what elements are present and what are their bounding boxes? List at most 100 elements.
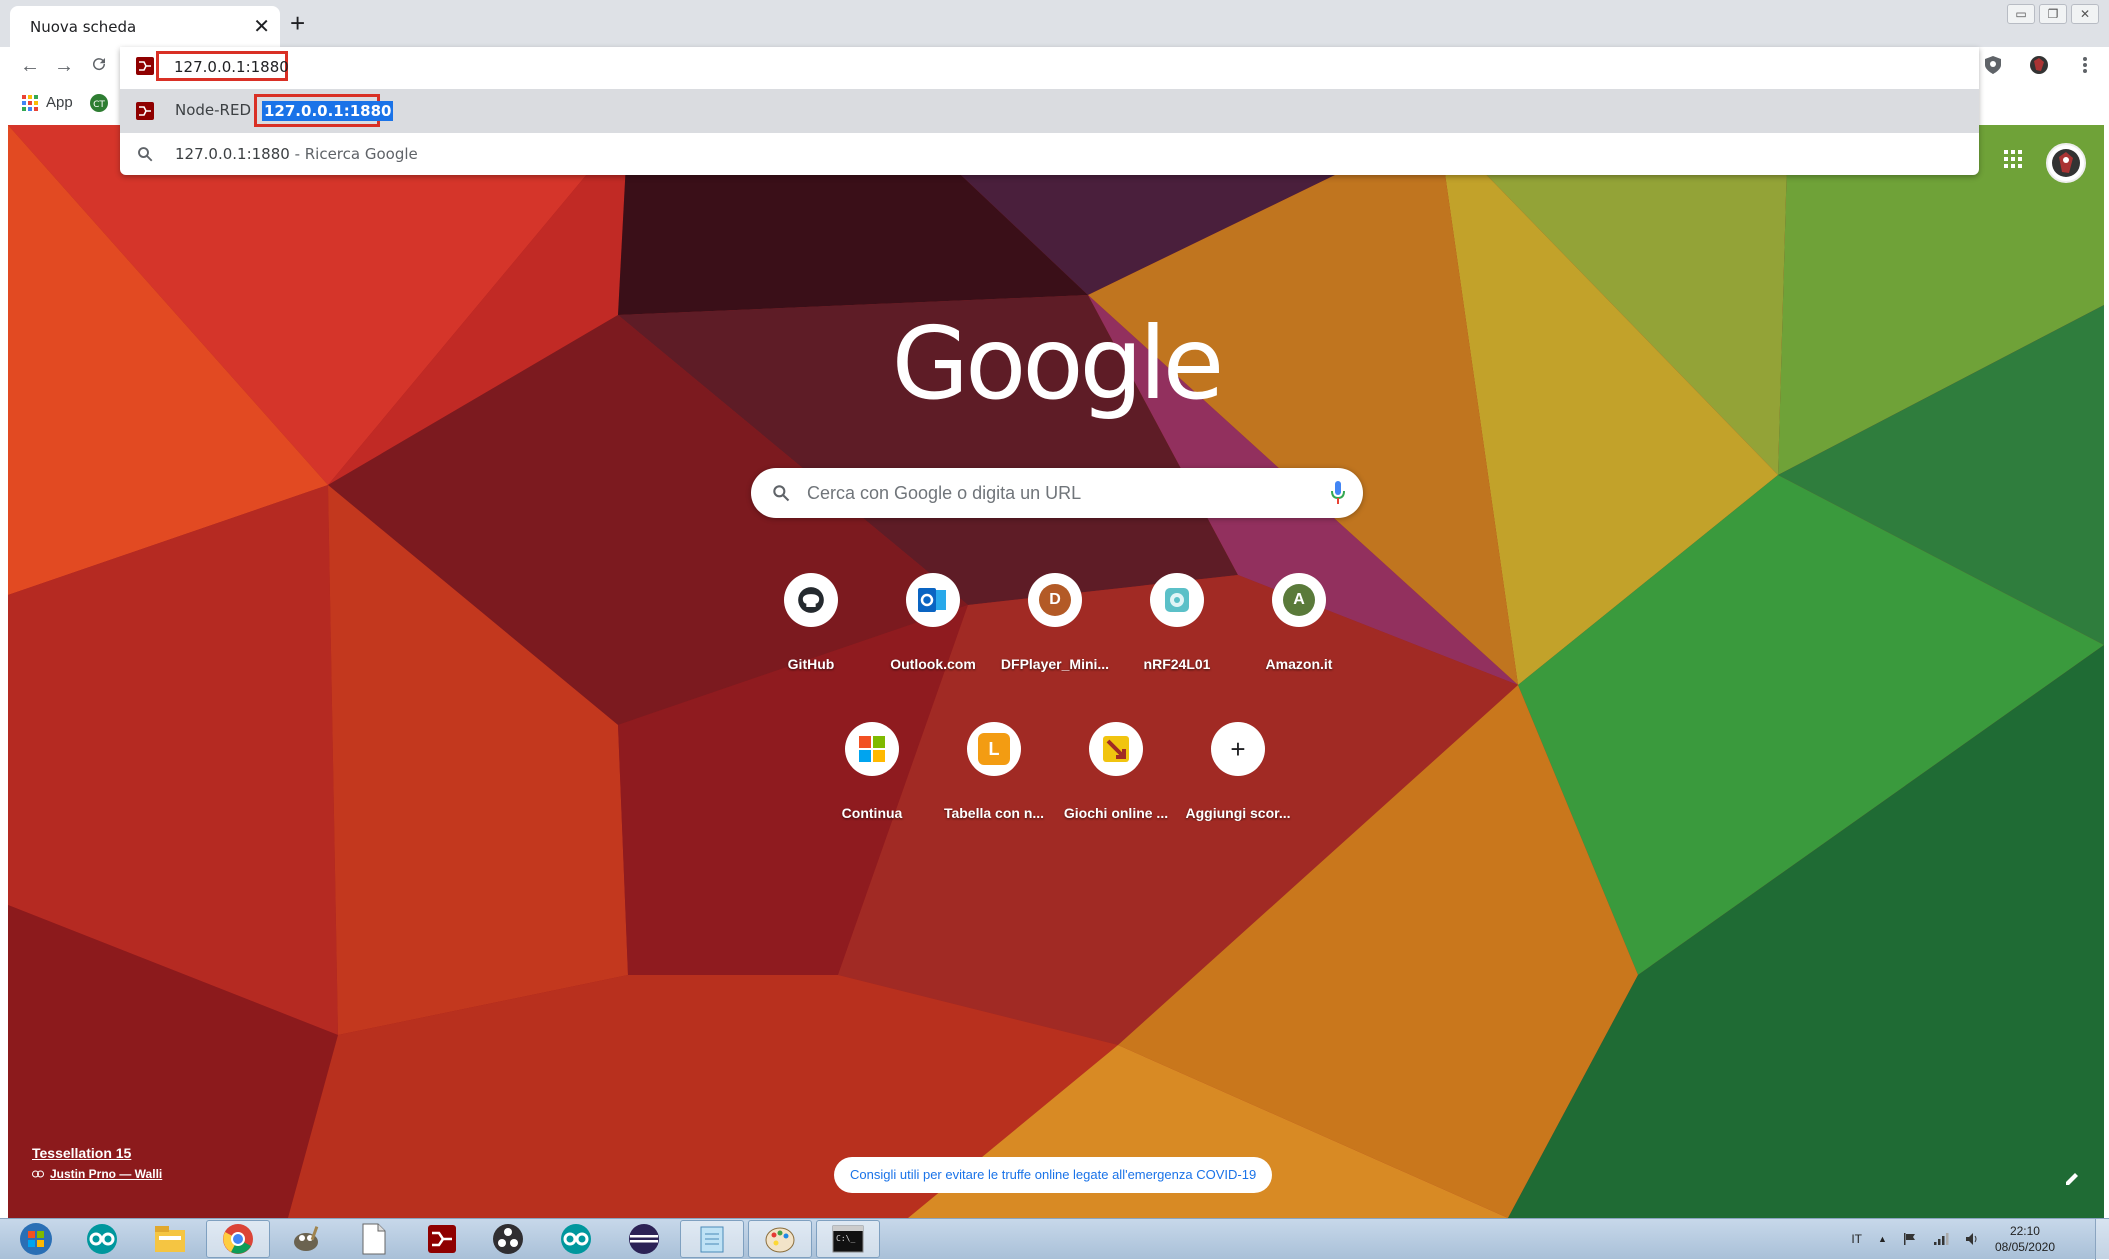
chrome-icon: [223, 1224, 253, 1254]
microsoft-icon: [845, 722, 899, 776]
shortcut-amazon[interactable]: A Amazon.it: [1243, 573, 1355, 683]
search-icon: [138, 147, 153, 162]
clock-date: 08/05/2020: [1994, 1240, 2055, 1254]
letter-d-icon: D: [1028, 573, 1082, 627]
taskbar-cmd[interactable]: C:\_: [816, 1220, 880, 1258]
suggestion-title: Node-RED: [175, 101, 252, 119]
shortcut-outlook[interactable]: Outlook.com: [877, 573, 989, 683]
profile-extension-icon[interactable]: [2029, 55, 2049, 75]
letter-a-icon: A: [1272, 573, 1326, 627]
github-icon: [784, 573, 838, 627]
games-icon: [1089, 722, 1143, 776]
language-indicator[interactable]: IT: [1851, 1232, 1862, 1246]
action-center-flag-icon[interactable]: [1903, 1232, 1917, 1246]
google-logo: Google: [891, 305, 1225, 422]
taskbar-explorer[interactable]: [138, 1220, 202, 1258]
volume-icon[interactable]: [1965, 1232, 1979, 1246]
shortcut-continua[interactable]: Continua: [816, 722, 928, 832]
svg-text:CT: CT: [93, 100, 105, 110]
window-controls: ▭ ❐ ✕: [2007, 4, 2099, 24]
shortcut-label: nRF24L01: [1143, 656, 1211, 672]
start-orb-icon: [20, 1223, 52, 1255]
address-input[interactable]: 127.0.0.1:1880: [156, 51, 289, 81]
tab-active[interactable]: Nuova scheda ✕: [10, 6, 280, 47]
paint-icon: [765, 1227, 795, 1253]
promo-link[interactable]: Consigli utili per evitare le truffe onl…: [834, 1157, 1273, 1193]
file-explorer-icon: [155, 1226, 185, 1252]
network-icon[interactable]: [1933, 1232, 1949, 1246]
tab-close-icon[interactable]: ✕: [253, 14, 270, 39]
customize-pencil-icon[interactable]: [2064, 1171, 2080, 1187]
show-desktop-button[interactable]: [2095, 1219, 2109, 1260]
suggestion-query: 127.0.0.1:1880 - Ricerca Google: [175, 145, 418, 163]
background-attribution-title[interactable]: Tessellation 15: [32, 1145, 131, 1161]
tray-expand-icon[interactable]: ▲: [1878, 1234, 1887, 1244]
background-attribution-author[interactable]: Justin Prno — Walli: [32, 1167, 162, 1181]
taskbar-chrome[interactable]: [206, 1220, 270, 1258]
eclipse-icon: [629, 1224, 659, 1254]
taskbar-paint[interactable]: [748, 1220, 812, 1258]
back-button[interactable]: ←: [20, 55, 40, 78]
reload-button[interactable]: [90, 55, 108, 79]
ct-icon: CT: [90, 94, 108, 112]
svg-text:C:\_: C:\_: [836, 1234, 855, 1243]
shortcut-tabella[interactable]: L Tabella con n...: [938, 722, 1050, 832]
notepad-icon: [700, 1226, 724, 1253]
restore-button[interactable]: ❐: [2039, 4, 2067, 24]
attribution-author-link: Justin Prno — Walli: [50, 1167, 163, 1181]
shortcut-nrf24l01[interactable]: nRF24L01: [1121, 573, 1233, 683]
node-red-icon: [136, 57, 154, 75]
suggestion-query-text: 127.0.0.1:1880: [175, 145, 290, 163]
forward-button[interactable]: →: [54, 55, 74, 78]
taskbar-document[interactable]: [342, 1220, 406, 1258]
suggestion-url-highlight: 127.0.0.1:1880: [254, 94, 394, 127]
arduino-icon: [561, 1224, 591, 1254]
shortcut-dfplayer[interactable]: D DFPlayer_Mini...: [999, 573, 1111, 683]
letter-d-glyph: D: [1039, 584, 1071, 616]
document-icon: [362, 1223, 386, 1255]
search-placeholder: Cerca con Google o digita un URL: [807, 483, 1082, 503]
shortcut-github[interactable]: GitHub: [755, 573, 867, 683]
omnibox-input-row[interactable]: 127.0.0.1:1880: [120, 47, 1979, 86]
shield-extension-icon[interactable]: [1983, 55, 2003, 75]
clock[interactable]: 22:10 08/05/2020: [1995, 1223, 2055, 1255]
menu-icon[interactable]: [2075, 55, 2095, 75]
ntp-search-box[interactable]: Cerca con Google o digita un URL: [751, 468, 1363, 518]
account-avatar[interactable]: [2046, 143, 2086, 183]
omnibox-suggestion-node-red[interactable]: Node-RED 127.0.0.1:1880: [120, 89, 1979, 133]
new-tab-button[interactable]: +: [290, 8, 305, 39]
shortcut-label: Outlook.com: [890, 656, 976, 672]
start-button[interactable]: [4, 1220, 68, 1258]
node-red-icon: [136, 102, 154, 120]
close-window-button[interactable]: ✕: [2071, 4, 2099, 24]
shortcut-label: DFPlayer_Mini...: [1000, 656, 1110, 672]
bookmark-label: App: [46, 94, 73, 111]
letter-a-glyph: A: [1283, 584, 1315, 616]
taskbar-arduino-2[interactable]: [544, 1220, 608, 1258]
cmd-icon: C:\_: [832, 1225, 864, 1253]
gimp-icon: [294, 1226, 319, 1251]
letter-l-icon: L: [967, 722, 1021, 776]
google-apps-icon[interactable]: [2004, 150, 2022, 168]
shortcut-giochi[interactable]: Giochi online ...: [1060, 722, 1172, 832]
shortcut-label: Aggiungi scor...: [1185, 805, 1291, 821]
taskbar-gimp[interactable]: [274, 1220, 338, 1258]
node-red-icon: [428, 1225, 456, 1253]
taskbar-arduino[interactable]: [70, 1220, 134, 1258]
taskbar-notepad[interactable]: [680, 1220, 744, 1258]
omnibox-suggestion-search[interactable]: 127.0.0.1:1880 - Ricerca Google: [120, 133, 1979, 175]
taskbar-node-red[interactable]: [410, 1220, 474, 1258]
shortcut-add[interactable]: + Aggiungi scor...: [1182, 722, 1294, 832]
shortcut-label: Amazon.it: [1265, 656, 1333, 672]
shortcut-label: GitHub: [787, 656, 835, 672]
system-tray: IT ▲ 22:10 08/05/2020: [1851, 1223, 2055, 1255]
taskbar-eclipse[interactable]: [612, 1220, 676, 1258]
microphone-icon[interactable]: [1331, 481, 1345, 505]
bookmark-ct[interactable]: CT: [90, 94, 108, 112]
taskbar-obs[interactable]: [476, 1220, 540, 1258]
minimize-button[interactable]: ▭: [2007, 4, 2035, 24]
bookmark-apps[interactable]: App: [22, 94, 73, 111]
link-icon: [32, 1170, 44, 1178]
outlook-icon: [906, 573, 960, 627]
toolbar-right-icons: [1983, 55, 2095, 75]
